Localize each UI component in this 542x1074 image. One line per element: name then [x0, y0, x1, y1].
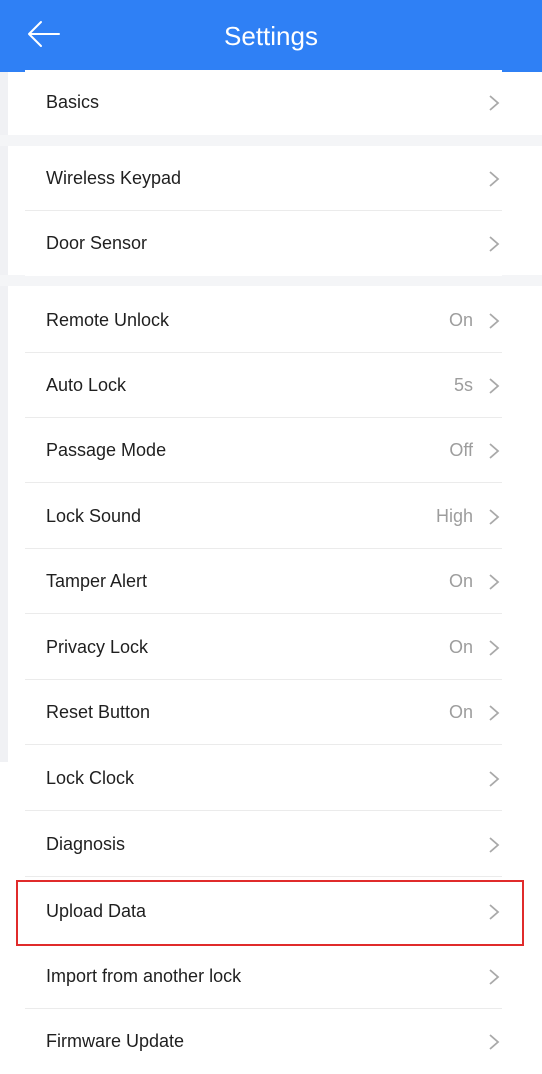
settings-item-label: Tamper Alert	[46, 571, 148, 591]
section-divider	[0, 135, 542, 146]
settings-item-passage-mode[interactable]: Passage Mode Off	[25, 418, 502, 483]
chevron-right-icon	[489, 969, 500, 985]
settings-item-reset-button[interactable]: Reset Button On	[25, 680, 502, 745]
header-bar: Settings	[0, 0, 542, 72]
settings-item-lock-sound[interactable]: Lock Sound High	[25, 484, 502, 549]
settings-item-lock-clock[interactable]: Lock Clock	[25, 746, 502, 811]
settings-item-upload-data[interactable]: Upload Data	[25, 879, 502, 944]
chevron-right-icon	[489, 771, 500, 787]
settings-item-label: Privacy Lock	[46, 637, 149, 657]
chevron-right-icon	[489, 837, 500, 853]
chevron-right-icon	[489, 640, 500, 656]
settings-item-label: Auto Lock	[46, 375, 127, 395]
settings-item-label: Reset Button	[46, 702, 151, 722]
chevron-right-icon	[489, 509, 500, 525]
settings-item-label: Lock Sound	[46, 506, 142, 526]
settings-item-firmware-update[interactable]: Firmware Update	[25, 1009, 502, 1074]
settings-item-label: Diagnosis	[46, 834, 126, 854]
chevron-right-icon	[489, 95, 500, 111]
chevron-right-icon	[489, 904, 500, 920]
settings-item-label: Firmware Update	[46, 1031, 185, 1051]
settings-item-tamper-alert[interactable]: Tamper Alert On	[25, 549, 502, 614]
settings-item-label: Remote Unlock	[46, 310, 170, 330]
settings-item-value: Off	[449, 440, 473, 460]
chevron-right-icon	[489, 171, 500, 187]
settings-item-label: Upload Data	[46, 901, 147, 921]
settings-item-value: On	[448, 571, 473, 591]
chevron-right-icon	[489, 378, 500, 394]
section-divider	[0, 275, 542, 286]
chevron-right-icon	[489, 313, 500, 329]
chevron-right-icon	[489, 443, 500, 459]
page-title: Settings	[224, 21, 318, 51]
settings-item-value: On	[448, 310, 473, 330]
settings-item-value: High	[435, 506, 473, 526]
settings-item-label: Basics	[46, 92, 100, 112]
settings-item-value: On	[448, 637, 473, 657]
chevron-right-icon	[489, 705, 500, 721]
chevron-right-icon	[489, 574, 500, 590]
settings-item-basics[interactable]: Basics	[25, 70, 502, 135]
settings-item-label: Wireless Keypad	[46, 168, 182, 188]
settings-item-value: On	[448, 702, 473, 722]
settings-item-wireless-keypad[interactable]: Wireless Keypad	[25, 146, 502, 211]
settings-item-import-from-another-lock[interactable]: Import from another lock	[25, 944, 502, 1009]
settings-item-label: Lock Clock	[46, 768, 135, 788]
left-edge-strip	[0, 72, 8, 762]
settings-item-label: Door Sensor	[46, 233, 148, 253]
settings-item-door-sensor[interactable]: Door Sensor	[25, 211, 502, 276]
chevron-right-icon	[489, 1034, 500, 1050]
settings-item-auto-lock[interactable]: Auto Lock 5s	[25, 353, 502, 418]
settings-item-remote-unlock[interactable]: Remote Unlock On	[25, 288, 502, 353]
settings-item-label: Import from another lock	[46, 966, 242, 986]
settings-item-diagnosis[interactable]: Diagnosis	[25, 812, 502, 877]
chevron-right-icon	[489, 236, 500, 252]
settings-item-value: 5s	[453, 375, 473, 395]
settings-item-privacy-lock[interactable]: Privacy Lock On	[25, 615, 502, 680]
settings-item-label: Passage Mode	[46, 440, 167, 460]
